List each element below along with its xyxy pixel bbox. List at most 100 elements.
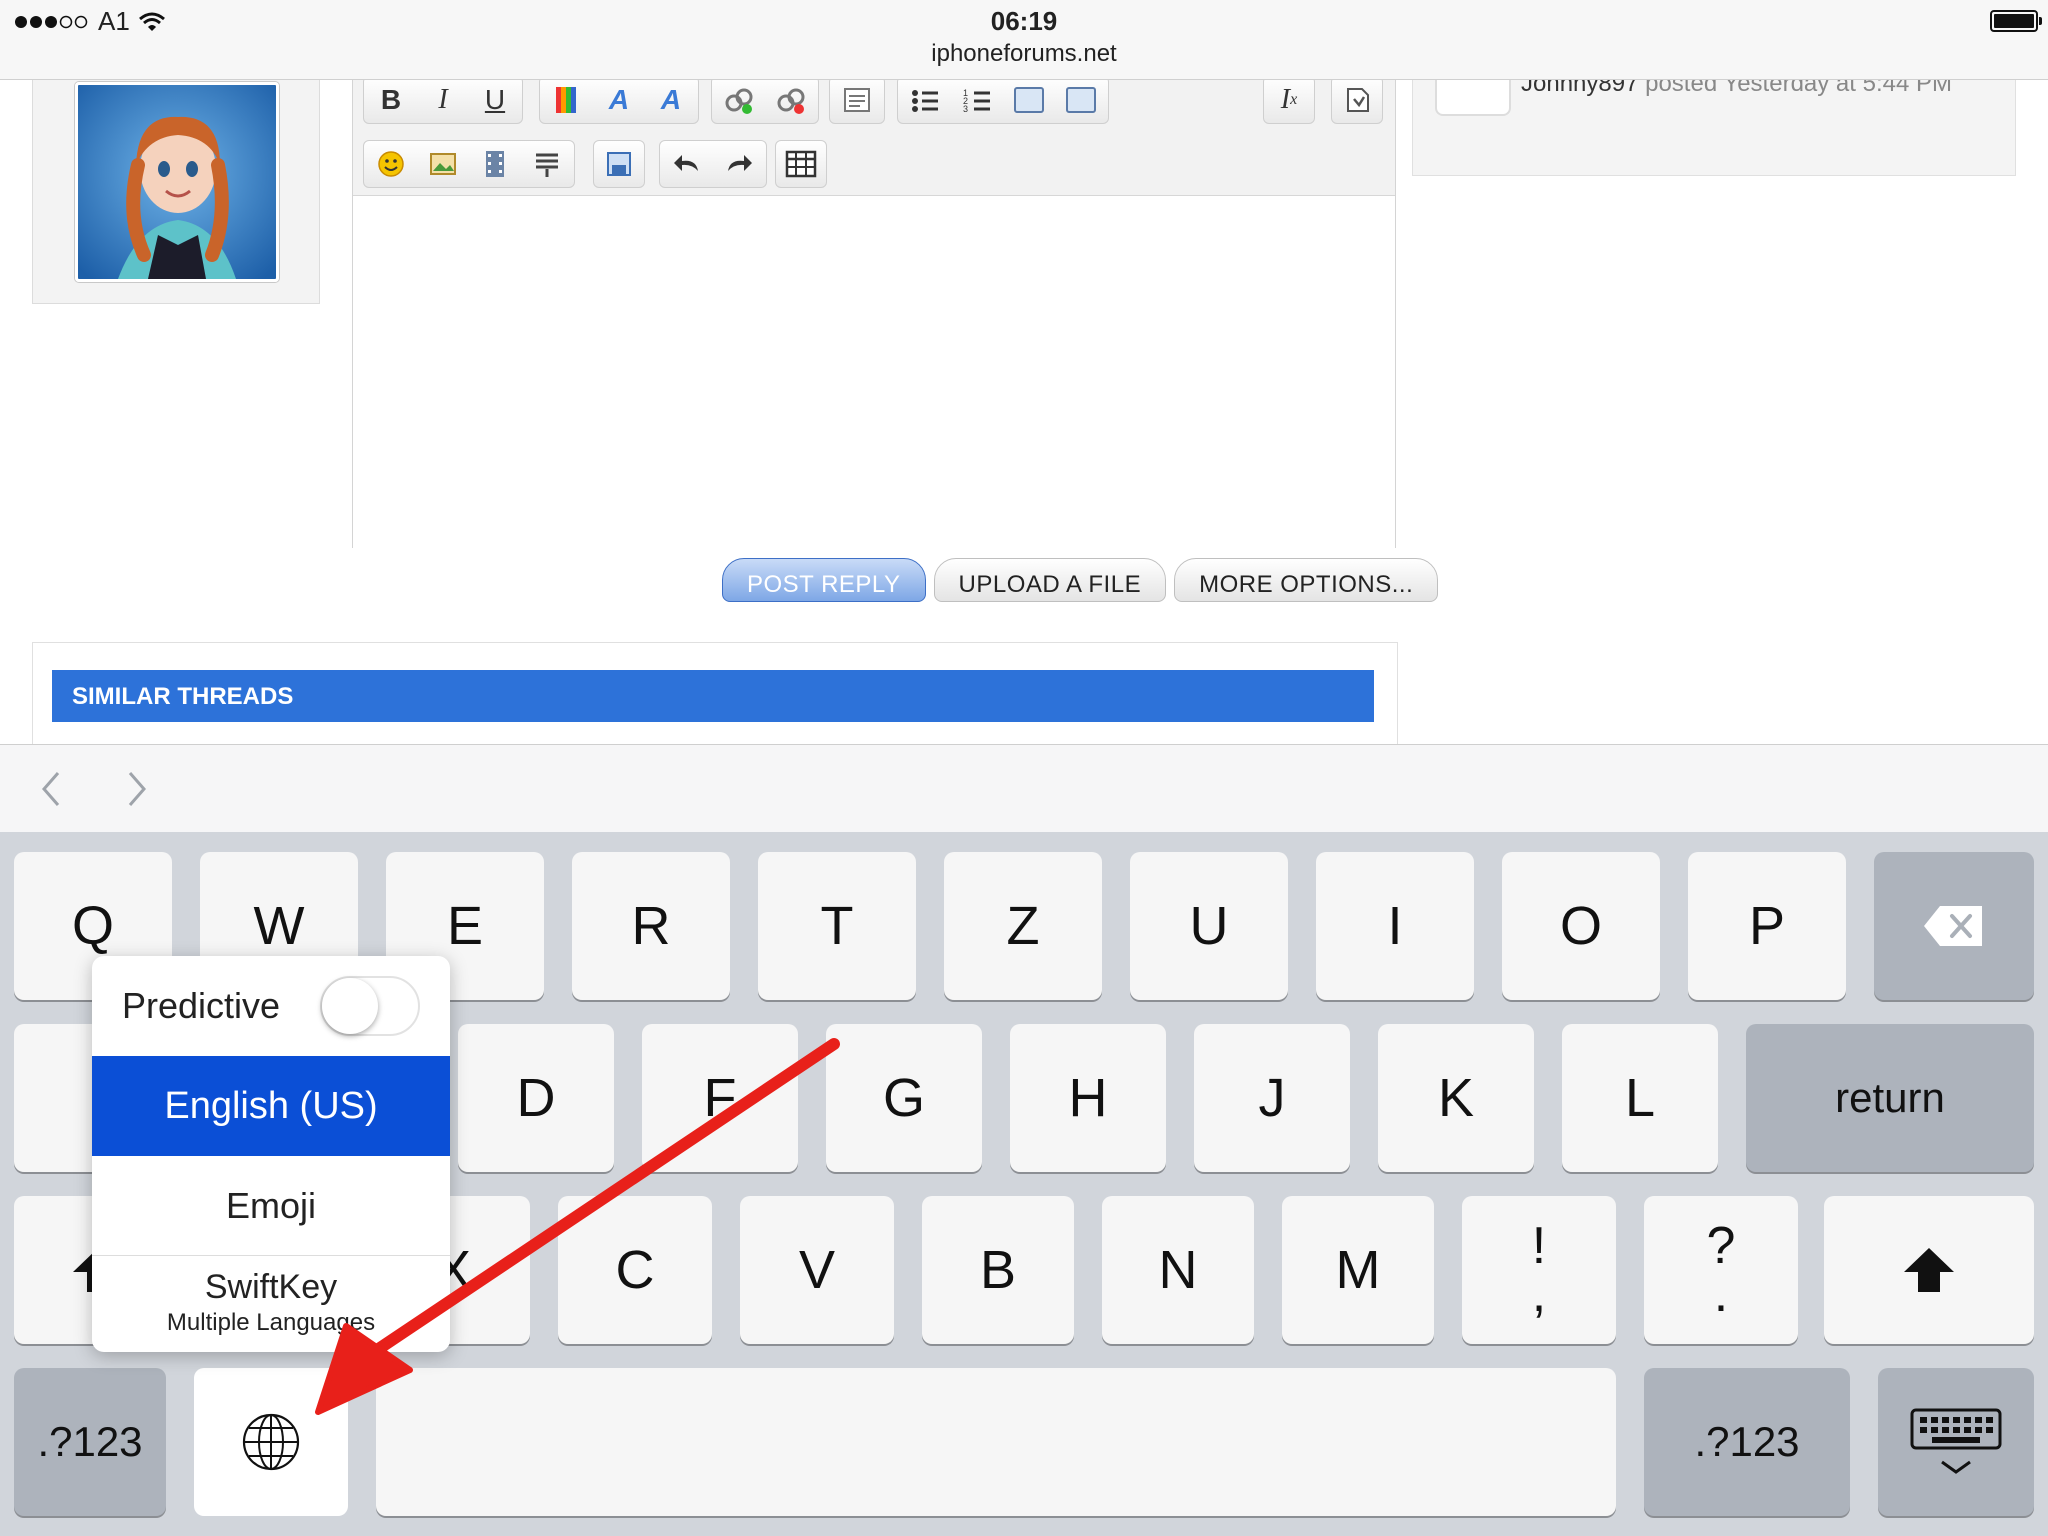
underline-button[interactable]: U <box>476 81 514 119</box>
source-group <box>1331 80 1383 124</box>
backspace-key[interactable] <box>1874 852 2034 1000</box>
text-color-icon[interactable] <box>548 81 586 119</box>
key-r[interactable]: R <box>572 852 730 1000</box>
language-option-english-us[interactable]: English (US) <box>92 1056 450 1156</box>
bullet-list-icon[interactable] <box>906 81 944 119</box>
globe-key[interactable] <box>194 1368 348 1516</box>
next-field-icon[interactable] <box>116 767 156 811</box>
swiftkey-label: SwiftKey <box>204 1268 338 1306</box>
list-group: 123 <box>897 80 1109 124</box>
save-draft-icon[interactable] <box>600 145 638 183</box>
key-d[interactable]: D <box>458 1024 614 1172</box>
post-reply-button[interactable]: POST REPLY <box>722 558 926 602</box>
form-accessory-bar <box>0 744 2048 832</box>
redo-icon[interactable] <box>720 145 758 183</box>
link-group <box>711 80 819 124</box>
key-l[interactable]: L <box>1562 1024 1718 1172</box>
key-n[interactable]: N <box>1102 1196 1254 1344</box>
toggle-source-icon[interactable] <box>1338 81 1376 119</box>
history-group <box>659 140 767 188</box>
reply-editor[interactable]: B I U A A 123 I x <box>352 80 1396 548</box>
key-b[interactable]: B <box>922 1196 1074 1344</box>
undo-icon[interactable] <box>668 145 706 183</box>
status-bar: A1 06:19 iphoneforums.net <box>0 0 2048 80</box>
font-size-icon[interactable]: A <box>600 81 638 119</box>
key-f[interactable]: F <box>642 1024 798 1172</box>
svg-text:3: 3 <box>963 104 968 114</box>
message-body-input[interactable] <box>353 196 1395 548</box>
activity-author-link[interactable]: Johnny897 <box>1521 80 1638 97</box>
font-family-icon[interactable]: A <box>652 81 690 119</box>
recent-activity-panel: Johnny897 posted Yesterday at 5:44 PM <box>1412 80 2016 176</box>
predictive-toggle[interactable] <box>320 976 420 1036</box>
key-question-period[interactable]: ? . <box>1644 1196 1798 1344</box>
numbered-list-icon[interactable]: 123 <box>958 81 996 119</box>
key-z[interactable]: Z <box>944 852 1102 1000</box>
language-option-swiftkey[interactable]: SwiftKey Multiple Languages <box>92 1256 450 1352</box>
key-k[interactable]: K <box>1378 1024 1534 1172</box>
italic-button[interactable]: I <box>424 81 462 119</box>
language-option-emoji[interactable]: Emoji <box>92 1156 450 1256</box>
remove-format-icon[interactable]: Ix <box>1270 81 1308 119</box>
key-period-label: . <box>1713 1265 1729 1323</box>
outdent-icon[interactable] <box>1010 81 1048 119</box>
key-p[interactable]: P <box>1688 852 1846 1000</box>
quote-group <box>829 80 885 124</box>
insert-code-icon[interactable] <box>528 145 566 183</box>
editor-toolbar: B I U A A 123 I x <box>353 80 1395 196</box>
swiftkey-sublabel: Multiple Languages <box>166 1309 376 1336</box>
key-question-label: ? <box>1706 1217 1736 1275</box>
activity-posted-text: posted Yesterday at 5:44 PM <box>1645 80 1952 97</box>
bold-button[interactable]: B <box>372 81 410 119</box>
activity-entry: Johnny897 posted Yesterday at 5:44 PM <box>1521 80 1952 98</box>
upload-file-button[interactable]: UPLOAD A FILE <box>933 558 1167 602</box>
key-j[interactable]: J <box>1194 1024 1350 1172</box>
web-content[interactable]: B I U A A 123 I x POST REPLY UPLOAD A FI… <box>0 80 2048 744</box>
key-exclaim-label: ! <box>1531 1217 1547 1275</box>
dismiss-keyboard-key[interactable] <box>1878 1368 2034 1516</box>
key-t[interactable]: T <box>758 852 916 1000</box>
key-i[interactable]: I <box>1316 852 1474 1000</box>
previous-field-icon[interactable] <box>32 767 72 811</box>
predictive-label: Predictive <box>122 985 281 1026</box>
insert-link-icon[interactable] <box>720 81 758 119</box>
format-group: B I U <box>363 80 523 124</box>
key-c[interactable]: C <box>558 1196 712 1344</box>
address-bar-url[interactable]: iphoneforums.net <box>0 40 2048 68</box>
smilie-icon[interactable] <box>372 145 410 183</box>
unlink-icon[interactable] <box>772 81 810 119</box>
numbers-key-left[interactable]: .?123 <box>14 1368 166 1516</box>
key-exclaim-comma[interactable]: ! , <box>1462 1196 1616 1344</box>
media-group <box>363 140 575 188</box>
insert-image-icon[interactable] <box>424 145 462 183</box>
quote-icon[interactable] <box>838 81 876 119</box>
remove-format-group: Ix <box>1263 80 1315 124</box>
space-bar[interactable] <box>376 1368 1616 1516</box>
globe-icon <box>242 1413 300 1471</box>
right-shift-key[interactable] <box>1824 1196 2034 1344</box>
table-group <box>775 140 827 188</box>
user-avatar-panel <box>32 80 320 304</box>
backspace-icon <box>1924 906 1982 946</box>
return-key[interactable]: return <box>1746 1024 2034 1172</box>
activity-avatar[interactable] <box>1435 80 1511 116</box>
reply-actions: POST REPLY UPLOAD A FILE MORE OPTIONS... <box>722 558 1439 602</box>
battery-icon <box>1990 10 2042 32</box>
key-v[interactable]: V <box>740 1196 894 1344</box>
insert-media-icon[interactable] <box>476 145 514 183</box>
keyboard-hide-icon <box>1910 1408 2002 1474</box>
indent-icon[interactable] <box>1062 81 1100 119</box>
similar-threads-header: SIMILAR THREADS <box>52 670 1374 722</box>
color-group: A A <box>539 80 699 124</box>
numbers-key-right[interactable]: .?123 <box>1644 1368 1850 1516</box>
key-u[interactable]: U <box>1130 852 1288 1000</box>
key-h[interactable]: H <box>1010 1024 1166 1172</box>
avatar[interactable] <box>75 82 279 282</box>
key-o[interactable]: O <box>1502 852 1660 1000</box>
predictive-row[interactable]: Predictive <box>92 956 450 1056</box>
key-g[interactable]: G <box>826 1024 982 1172</box>
more-options-button[interactable]: MORE OPTIONS... <box>1174 558 1439 602</box>
key-m[interactable]: M <box>1282 1196 1434 1344</box>
key-comma-label: , <box>1531 1265 1547 1323</box>
insert-table-icon[interactable] <box>782 145 820 183</box>
